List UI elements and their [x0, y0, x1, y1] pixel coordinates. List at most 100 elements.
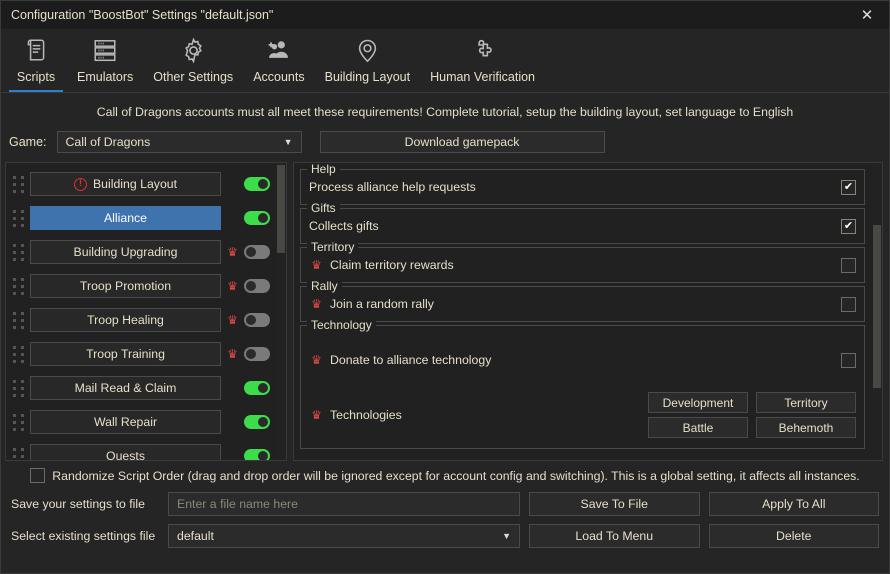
option-group-gifts: GiftsCollects gifts✔: [300, 208, 865, 244]
select-settings-label: Select existing settings file: [11, 529, 159, 543]
drag-handle-icon[interactable]: [10, 377, 26, 399]
script-toggle-troop-training[interactable]: [244, 347, 270, 361]
technology-button-label: Behemoth: [779, 421, 834, 435]
apply-to-all-label: Apply To All: [762, 497, 825, 511]
script-toggle-troop-promotion[interactable]: [244, 279, 270, 293]
script-row: Mail Read & Claim♛: [6, 371, 276, 405]
close-icon[interactable]: ✕: [845, 1, 889, 29]
technology-button-battle[interactable]: Battle: [648, 417, 748, 438]
delete-label: Delete: [776, 529, 812, 543]
bottom-bar: Randomize Script Order (drag and drop or…: [1, 461, 889, 548]
option-group-rally: Rally♛Join a random rally: [300, 286, 865, 322]
option-group-territory: Territory♛Claim territory rewards: [300, 247, 865, 283]
tab-emulators[interactable]: Emulators: [67, 28, 143, 92]
technology-button-label: Development: [663, 396, 734, 410]
technology-button-territory[interactable]: Territory: [756, 392, 856, 413]
game-select[interactable]: Call of Dragons ▼: [57, 131, 302, 153]
donate-technology-label: Donate to alliance technology: [330, 353, 491, 367]
script-button-wall-repair[interactable]: Wall Repair: [30, 410, 221, 434]
tab-strip: ScriptsEmulatorsOther SettingsAccountsBu…: [1, 29, 889, 93]
option-checkbox[interactable]: [841, 297, 856, 312]
scripts-scrollbar[interactable]: [276, 163, 286, 460]
crown-icon: ♛: [225, 279, 240, 293]
group-title: Gifts: [307, 201, 340, 215]
settings-file-name-input[interactable]: [168, 492, 520, 516]
donate-technology-row: ♛Donate to alliance technology: [309, 340, 856, 380]
script-row: Troop Training♛: [6, 337, 276, 371]
option-checkbox[interactable]: ✔: [841, 219, 856, 234]
script-button-alliance[interactable]: Alliance: [30, 206, 221, 230]
script-row: !Building Layout♛: [6, 167, 276, 201]
tab-accounts[interactable]: Accounts: [243, 28, 314, 92]
tab-human-verification[interactable]: Human Verification: [420, 28, 545, 92]
game-selection-row: Game: Call of Dragons ▼ Download gamepac…: [1, 129, 889, 155]
drag-handle-icon[interactable]: [10, 207, 26, 229]
game-select-value: Call of Dragons: [66, 135, 284, 149]
server-stack-icon: [86, 31, 124, 69]
drag-handle-icon[interactable]: [10, 309, 26, 331]
drag-handle-icon[interactable]: [10, 275, 26, 297]
existing-settings-file-select[interactable]: default ▼: [168, 524, 520, 548]
script-button-building-layout[interactable]: !Building Layout: [30, 172, 221, 196]
option-label: Collects gifts: [309, 219, 379, 233]
drag-handle-icon[interactable]: [10, 411, 26, 433]
script-row: Alliance♛: [6, 201, 276, 235]
technology-button-label: Territory: [784, 396, 827, 410]
option-group-help: HelpProcess alliance help requests✔: [300, 169, 865, 205]
script-label: Quests: [106, 449, 145, 461]
script-label: Mail Read & Claim: [75, 381, 177, 395]
technology-button-development[interactable]: Development: [648, 392, 748, 413]
script-toggle-quests[interactable]: [244, 449, 270, 461]
script-row: Troop Promotion ♛: [6, 269, 276, 303]
technology-buttons-grid: Development Territory Battle Behemoth: [648, 392, 856, 438]
script-label: Building Upgrading: [74, 245, 178, 259]
script-button-troop-training[interactable]: Troop Training: [30, 342, 221, 366]
option-label-wrap: Collects gifts: [309, 219, 835, 233]
script-button-troop-healing[interactable]: Troop Healing: [30, 308, 221, 332]
drag-handle-icon[interactable]: [10, 173, 26, 195]
crown-icon: ♛: [225, 313, 240, 327]
group-title: Technology: [307, 318, 376, 332]
script-toggle-alliance[interactable]: [244, 211, 270, 225]
script-label: Building Layout: [93, 177, 177, 191]
drag-handle-icon[interactable]: [10, 445, 26, 461]
drag-handle-icon[interactable]: [10, 343, 26, 365]
save-to-file-button[interactable]: Save To File: [529, 492, 700, 516]
script-toggle-troop-healing[interactable]: [244, 313, 270, 327]
map-pin-icon: [348, 31, 386, 69]
load-to-menu-button[interactable]: Load To Menu: [529, 524, 700, 548]
script-toggle-building-layout[interactable]: [244, 177, 270, 191]
script-button-troop-promotion[interactable]: Troop Promotion: [30, 274, 221, 298]
script-button-building-upgrading[interactable]: Building Upgrading: [30, 240, 221, 264]
technology-button-behemoth[interactable]: Behemoth: [756, 417, 856, 438]
options-scrollbar[interactable]: [872, 163, 882, 460]
tab-building-layout[interactable]: Building Layout: [315, 28, 420, 92]
download-gamepack-button[interactable]: Download gamepack: [320, 131, 605, 153]
script-button-quests[interactable]: Quests: [30, 444, 221, 461]
title-bar: Configuration "BoostBot" Settings "defau…: [1, 1, 889, 29]
tab-scripts[interactable]: Scripts: [5, 28, 67, 92]
script-button-mail-read-claim[interactable]: Mail Read & Claim: [30, 376, 221, 400]
requirements-notice: Call of Dragons accounts must all meet t…: [1, 93, 889, 129]
option-row: Collects gifts ✔: [309, 215, 856, 237]
options-scrollbar-thumb[interactable]: [873, 225, 881, 388]
delete-button[interactable]: Delete: [709, 524, 880, 548]
existing-settings-file-value: default: [177, 529, 502, 543]
script-toggle-building-upgrading[interactable]: [244, 245, 270, 259]
donate-technology-checkbox[interactable]: [841, 353, 856, 368]
scripts-scrollbar-thumb[interactable]: [277, 165, 285, 253]
scripts-panel: !Building Layout♛Alliance♛Building Upgra…: [5, 162, 287, 461]
apply-to-all-button[interactable]: Apply To All: [709, 492, 880, 516]
scripts-list: !Building Layout♛Alliance♛Building Upgra…: [6, 163, 276, 460]
script-row: Building Upgrading♛: [6, 235, 276, 269]
select-settings-row: Select existing settings file default ▼ …: [11, 524, 879, 548]
script-label: Troop Training: [86, 347, 165, 361]
script-toggle-mail-read-claim[interactable]: [244, 381, 270, 395]
randomize-script-order-checkbox[interactable]: [30, 468, 45, 483]
option-checkbox[interactable]: ✔: [841, 180, 856, 195]
drag-handle-icon[interactable]: [10, 241, 26, 263]
script-row: Wall Repair♛: [6, 405, 276, 439]
tab-other-settings[interactable]: Other Settings: [143, 28, 243, 92]
script-toggle-wall-repair[interactable]: [244, 415, 270, 429]
option-checkbox[interactable]: [841, 258, 856, 273]
